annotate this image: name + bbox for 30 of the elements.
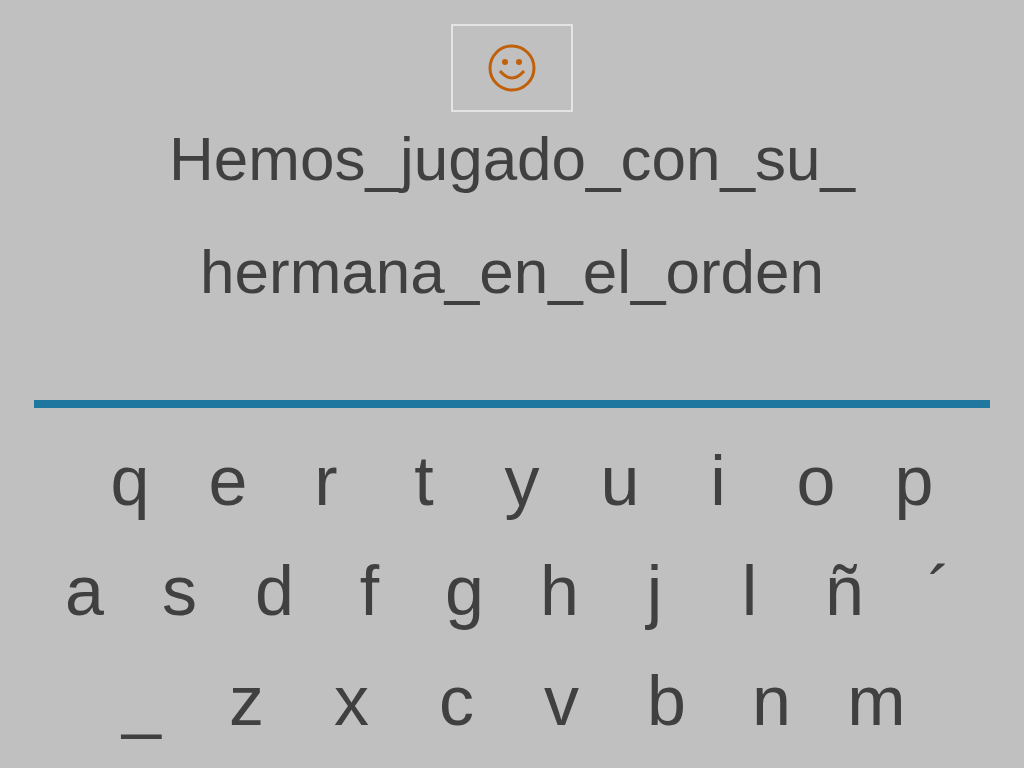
letter-key[interactable]: t: [375, 436, 473, 526]
letter-key[interactable]: a: [37, 546, 132, 636]
letter-key[interactable]: g: [417, 546, 512, 636]
letter-key[interactable]: ñ: [797, 546, 892, 636]
letter-key[interactable]: c: [404, 656, 509, 746]
letter-key[interactable]: m: [824, 656, 929, 746]
letter-key[interactable]: d: [227, 546, 322, 636]
phrase-line: Hemos_jugado_con_su_: [169, 123, 855, 195]
letter-key[interactable]: n: [719, 656, 824, 746]
letter-key[interactable]: _: [89, 656, 194, 746]
letter-key[interactable]: f: [322, 546, 417, 636]
letter-key[interactable]: p: [865, 436, 963, 526]
letter-key[interactable]: j: [607, 546, 702, 636]
letter-key[interactable]: o: [767, 436, 865, 526]
letter-key[interactable]: x: [299, 656, 404, 746]
letter-key[interactable]: u: [571, 436, 669, 526]
letter-key[interactable]: l: [702, 546, 797, 636]
letter-key[interactable]: h: [512, 546, 607, 636]
smiley-icon: [487, 43, 537, 93]
letter-key[interactable]: v: [509, 656, 614, 746]
letter-key[interactable]: e: [179, 436, 277, 526]
letter-key[interactable]: r: [277, 436, 375, 526]
letter-key[interactable]: z: [194, 656, 299, 746]
letter-key[interactable]: y: [473, 436, 571, 526]
letter-key[interactable]: q: [81, 436, 179, 526]
letter-key[interactable]: i: [669, 436, 767, 526]
phrase-line: hermana_en_el_orden: [200, 236, 824, 308]
letter-key[interactable]: b: [614, 656, 719, 746]
letter-key[interactable]: ´: [892, 546, 987, 636]
letter-key[interactable]: s: [132, 546, 227, 636]
